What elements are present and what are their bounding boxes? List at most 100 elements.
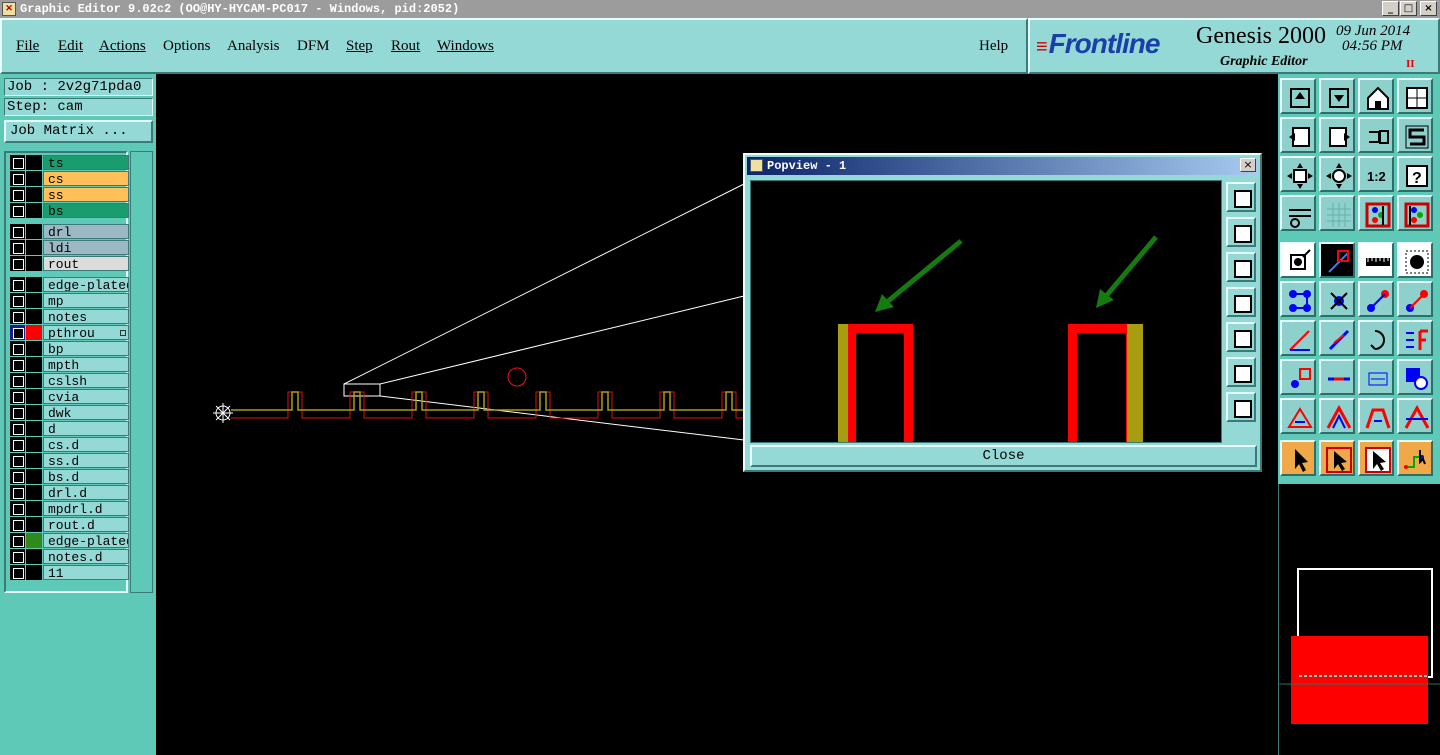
layer-name[interactable]: edge-plated: [43, 533, 129, 548]
home-icon[interactable]: [1358, 78, 1394, 114]
layer-name[interactable]: cs.d: [43, 437, 129, 452]
layer-row-dwk[interactable]: dwk: [10, 405, 129, 420]
layer-name[interactable]: bs.d: [43, 469, 129, 484]
layer-row-mpth[interactable]: mpth: [10, 357, 129, 372]
zoom-fit-icon[interactable]: [1280, 156, 1316, 192]
net-icon[interactable]: [1280, 281, 1316, 317]
layer-checkbox[interactable]: [10, 309, 25, 324]
popview-zoom-center-icon[interactable]: [1226, 392, 1256, 422]
triangle-icon[interactable]: [1280, 398, 1316, 434]
menu-actions[interactable]: Actions: [99, 38, 146, 55]
layer-name[interactable]: cslsh: [43, 373, 129, 388]
layer-checkbox[interactable]: [10, 373, 25, 388]
layer-checkbox[interactable]: [10, 405, 25, 420]
pan-right-icon[interactable]: [1319, 117, 1355, 153]
layer-name[interactable]: ss.d: [43, 453, 129, 468]
layer-checkbox[interactable]: [10, 187, 25, 202]
layer-checkbox[interactable]: [10, 203, 25, 218]
add-point-icon[interactable]: [1358, 281, 1394, 317]
popview-close-icon[interactable]: ×: [1240, 158, 1256, 172]
layer-name[interactable]: notes.d: [43, 549, 129, 564]
layer-row-cslsh[interactable]: cslsh: [10, 373, 129, 388]
layer-checkbox[interactable]: [10, 533, 25, 548]
popview-pan-left-icon[interactable]: [1226, 287, 1256, 317]
popview-close-button[interactable]: Close: [750, 445, 1257, 467]
layer-name[interactable]: edge-plated: [43, 277, 129, 292]
layer-row-edge-plated[interactable]: edge-plated: [10, 533, 129, 548]
layer-checkbox[interactable]: [10, 256, 25, 271]
layer-row-cvia[interactable]: cvia: [10, 389, 129, 404]
layer-up-icon[interactable]: [1280, 78, 1316, 114]
popview-canvas[interactable]: [750, 180, 1222, 443]
job-matrix-button[interactable]: Job Matrix ...: [4, 120, 153, 143]
layer-name[interactable]: d: [43, 421, 129, 436]
layer-checkbox[interactable]: [10, 485, 25, 500]
layer-checkbox[interactable]: [10, 171, 25, 186]
pads-icon[interactable]: [1397, 359, 1433, 395]
layer-checkbox[interactable]: [10, 501, 25, 516]
layer-row-drl[interactable]: drl: [10, 224, 129, 239]
layer-checkbox[interactable]: [10, 389, 25, 404]
layer-row-rout[interactable]: rout: [10, 256, 129, 271]
pointer-box-icon[interactable]: [1319, 440, 1355, 476]
popview-pan-up-icon[interactable]: [1226, 217, 1256, 247]
layer-row-edge-plated[interactable]: edge-plated: [10, 277, 129, 292]
layer-name[interactable]: bs: [43, 203, 129, 218]
layer-checkbox[interactable]: [10, 437, 25, 452]
layer-checkbox[interactable]: [10, 325, 25, 340]
layer-checkbox[interactable]: [10, 224, 25, 239]
layer-name[interactable]: ts: [43, 155, 129, 170]
popview-zoom-fit-icon[interactable]: [1226, 357, 1256, 387]
layer-name[interactable]: dwk: [43, 405, 129, 420]
layer-row-cs[interactable]: cs: [10, 171, 129, 186]
layer-row-drl.d[interactable]: drl.d: [10, 485, 129, 500]
layer-checkbox[interactable]: [10, 155, 25, 170]
pointer-icon[interactable]: [1280, 440, 1316, 476]
layer-name[interactable]: rout: [43, 256, 129, 271]
layer-name[interactable]: pthrou: [43, 325, 129, 340]
layer-name[interactable]: drl: [43, 224, 129, 239]
layer-row-bs.d[interactable]: bs.d: [10, 469, 129, 484]
menu-options[interactable]: Options: [163, 38, 211, 55]
zoom-center-icon[interactable]: [1319, 156, 1355, 192]
minimap[interactable]: [1278, 484, 1440, 755]
scale-1to2-icon[interactable]: 1:2: [1358, 156, 1394, 192]
layer-name[interactable]: cs: [43, 171, 129, 186]
undo-view-icon[interactable]: [1358, 117, 1394, 153]
connect-icon[interactable]: [1280, 359, 1316, 395]
layer-name[interactable]: notes: [43, 309, 129, 324]
layer-row-notes[interactable]: notes: [10, 309, 129, 324]
color-layers-icon[interactable]: [1358, 195, 1394, 231]
distance-icon[interactable]: [1319, 359, 1355, 395]
box-measure-icon[interactable]: [1358, 359, 1394, 395]
layer-name[interactable]: mpth: [43, 357, 129, 372]
ruler-icon[interactable]: [1358, 242, 1394, 278]
menu-analysis[interactable]: Analysis: [227, 38, 280, 55]
layer-row-notes.d[interactable]: notes.d: [10, 549, 129, 564]
triangle-outline-icon[interactable]: [1319, 398, 1355, 434]
layer-checkbox[interactable]: [10, 469, 25, 484]
angle-icon[interactable]: [1280, 320, 1316, 356]
layer-name[interactable]: mpdrl.d: [43, 501, 129, 516]
layer-checkbox[interactable]: [10, 341, 25, 356]
layer-name[interactable]: ldi: [43, 240, 129, 255]
layer-checkbox[interactable]: [10, 293, 25, 308]
menu-step[interactable]: Step: [346, 38, 373, 55]
arch-select-icon[interactable]: [1397, 398, 1433, 434]
layer-row-mp[interactable]: mp: [10, 293, 129, 308]
layer-row-ts[interactable]: ts: [10, 155, 129, 170]
layer-row-ss[interactable]: ss: [10, 187, 129, 202]
layer-checkbox[interactable]: [10, 421, 25, 436]
draw-line-icon[interactable]: [1319, 320, 1355, 356]
layer-name[interactable]: mp: [43, 293, 129, 308]
record-icon[interactable]: [1397, 242, 1433, 278]
layer-row-ss.d[interactable]: ss.d: [10, 453, 129, 468]
line-tool-icon[interactable]: [1319, 242, 1355, 278]
layer-row-ldi[interactable]: ldi: [10, 240, 129, 255]
redraw-icon[interactable]: [1397, 117, 1433, 153]
popview-pan-down-icon[interactable]: [1226, 252, 1256, 282]
layer-name[interactable]: 11: [43, 565, 129, 580]
layer-checkbox[interactable]: [10, 453, 25, 468]
layer-name[interactable]: bp: [43, 341, 129, 356]
pointer-route-icon[interactable]: [1397, 440, 1433, 476]
